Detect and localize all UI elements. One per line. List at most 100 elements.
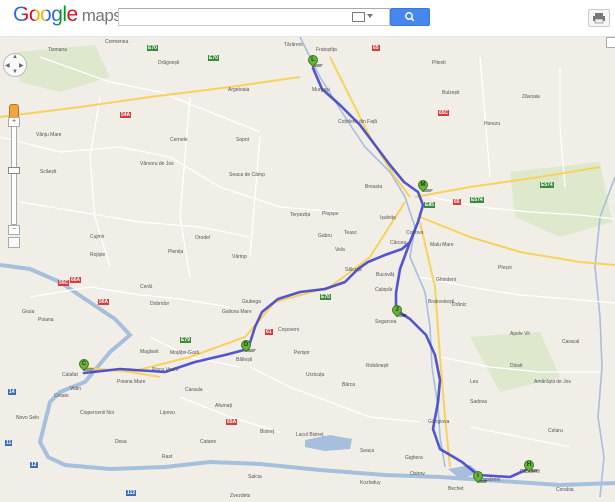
map-label: Cerăt — [140, 284, 153, 290]
map-label: Fratoștița — [316, 47, 337, 53]
map-label: Lacul Bistreț — [296, 432, 324, 438]
zoom-box-icon[interactable] — [8, 237, 20, 248]
zoom-track[interactable] — [11, 123, 17, 225]
map-label: Sadova — [470, 399, 487, 405]
map-label: Vela — [335, 247, 345, 253]
search-icon — [405, 12, 415, 22]
map-label: Drăgoești — [158, 60, 180, 66]
map-label: Corabia — [556, 487, 574, 493]
map-label: Apele Vii — [510, 331, 530, 337]
road-shield: E79 — [180, 337, 191, 343]
map-label: Cernele — [170, 137, 188, 143]
map-label: Diosti — [510, 363, 523, 369]
map-label: Breasta — [365, 184, 383, 190]
map-label: Plenița — [168, 249, 184, 255]
road-shield: E574 — [470, 197, 484, 203]
pan-control[interactable]: ▲ ◀ ▶ ▼ — [3, 53, 27, 77]
zoom-in-icon[interactable]: + — [8, 117, 20, 127]
route-marker-m[interactable]: M — [415, 177, 434, 194]
map-label: Seaca — [360, 448, 375, 454]
route-marker-c[interactable]: C — [76, 356, 95, 373]
pan-down-icon[interactable]: ▼ — [12, 69, 18, 75]
map-label: Caraula — [185, 387, 203, 393]
road-shield: 12 — [30, 462, 38, 468]
map-label: Orodel — [195, 235, 211, 241]
search-input[interactable] — [118, 8, 390, 26]
map-label: Gabru — [318, 233, 332, 239]
map-label: Poiana Mare — [117, 379, 146, 385]
map-label: Vânju Mare — [36, 132, 62, 138]
marker-letter: J — [395, 307, 399, 313]
road-shield: E70 — [147, 45, 158, 51]
map-label: Amărăștii de Jos — [534, 379, 571, 385]
map-label: Piscu Vechi — [152, 367, 178, 373]
map-label: Cetate — [54, 393, 69, 399]
zoom-out-icon[interactable]: − — [8, 225, 20, 235]
map-label: Bistreț — [260, 429, 275, 435]
map-label: Perișor — [294, 350, 310, 356]
keyboard-icon[interactable] — [352, 12, 365, 22]
map-label: Horezu — [484, 121, 501, 127]
map-label: Pleșoi — [498, 265, 512, 271]
map-label: Urzicuța — [306, 372, 325, 378]
map-label: Ghindeni — [436, 277, 457, 283]
logo-google-text: Google — [13, 3, 78, 26]
map-label: Coțofenii din Față — [338, 119, 378, 125]
map-label: Tărăreni — [284, 42, 303, 48]
route-marker-j[interactable]: J — [389, 302, 408, 319]
map-label: Teasc — [344, 230, 358, 236]
map-label: Coșoveni — [278, 327, 299, 333]
map-label: Gighera — [405, 455, 423, 461]
map-label: Zăvoaia — [522, 94, 540, 100]
chevron-down-icon[interactable] — [367, 14, 373, 18]
route-marker-i[interactable]: I — [470, 468, 489, 485]
map-label: Scăești — [40, 169, 57, 175]
map-label: Bucovăț — [376, 272, 395, 278]
map-label: Robănești — [366, 363, 389, 369]
map-canvas[interactable]: E70 E70 E79 E574 E574 E85 E70 65 66A 56C… — [0, 37, 615, 502]
route-marker-d[interactable]: D — [238, 337, 257, 354]
print-button[interactable] — [588, 9, 610, 27]
map-label: Cârcea — [390, 240, 407, 246]
google-maps-logo[interactable]: Google maps — [13, 3, 122, 27]
marker-letter: D — [243, 342, 249, 348]
map-label: Sălcuța — [345, 267, 362, 273]
map-label: Murgași — [312, 87, 330, 93]
map-label: Celaru — [548, 428, 563, 434]
map-label: Kozloduy — [360, 480, 381, 486]
route-marker-l[interactable]: L — [305, 52, 324, 69]
map-label: Galicea Mare — [222, 309, 252, 315]
header-bar: Google maps — [0, 0, 615, 37]
road-shield: 112 — [126, 490, 137, 496]
map-label: Craiova — [406, 230, 424, 236]
map-label: Bârca — [342, 382, 356, 388]
zoom-slider-handle[interactable] — [8, 167, 20, 174]
marker-letter: L — [311, 57, 315, 63]
map-label: Cremenea — [105, 39, 129, 45]
road-shield: E574 — [540, 182, 554, 188]
map-label: Zvezdets — [230, 493, 251, 499]
road-shield: E85 — [424, 202, 435, 208]
map-label: Drănic — [452, 302, 467, 308]
map-label: Ișalnița — [380, 215, 396, 221]
map-label: Rojiște — [90, 252, 106, 258]
pan-right-icon[interactable]: ▶ — [19, 62, 24, 69]
marker-letter: C — [81, 361, 87, 367]
road-shield: 65A — [226, 419, 238, 425]
map-label: Ciupercenii Noi — [80, 410, 114, 416]
map-label: Ostrov — [410, 471, 425, 477]
map-label: Poiana — [38, 317, 54, 323]
pan-left-icon[interactable]: ◀ — [5, 62, 10, 69]
route-marker-h[interactable]: H — [521, 457, 540, 474]
road-shield: 56A — [98, 299, 110, 305]
road-shield: 61 — [265, 329, 273, 335]
map-label: Caracal — [562, 339, 580, 345]
map-label: Tismana — [48, 47, 67, 53]
map-label: Afumați — [215, 403, 232, 409]
map-label: Calopăr — [375, 287, 393, 293]
logo-maps-text: maps — [81, 6, 122, 25]
pan-up-icon[interactable]: ▲ — [12, 54, 18, 60]
marker-letter: H — [526, 462, 532, 468]
map-collapse-toggle[interactable] — [606, 37, 615, 48]
search-button[interactable] — [390, 8, 430, 26]
